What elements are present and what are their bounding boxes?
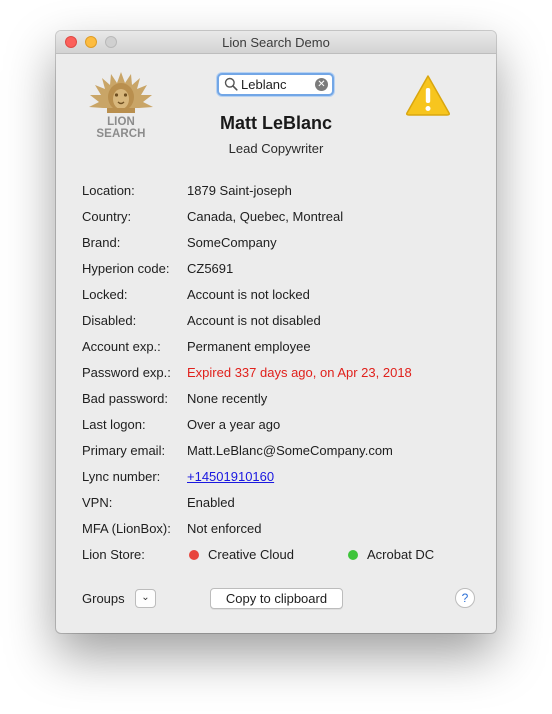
lion-store-label: Lion Store: [82, 547, 145, 562]
location-value: 1879 Saint-joseph [187, 183, 292, 198]
app-window: Lion Search Demo LION SEARCH ✕ Matt LeBl… [56, 31, 496, 633]
vpn-row: VPN: Enabled [82, 495, 482, 513]
locked-row: Locked: Account is not locked [82, 287, 482, 305]
hyperion-value: CZ5691 [187, 261, 234, 276]
lion-head-icon [89, 72, 153, 113]
password-exp-value: Expired 337 days ago, on Apr 23, 2018 [187, 365, 412, 380]
brand-value: SomeCompany [187, 235, 277, 250]
disabled-row: Disabled: Account is not disabled [82, 313, 482, 331]
country-row: Country: Canada, Quebec, Montreal [82, 209, 482, 227]
lync-label: Lync number: [82, 469, 161, 484]
account-exp-value: Permanent employee [187, 339, 311, 354]
primary-email-value: Matt.LeBlanc@SomeCompany.com [187, 443, 393, 458]
primary-email-row: Primary email: Matt.LeBlanc@SomeCompany.… [82, 443, 482, 461]
vpn-value: Enabled [187, 495, 235, 510]
hyperion-row: Hyperion code: CZ5691 [82, 261, 482, 279]
hyperion-label: Hyperion code: [82, 261, 170, 276]
last-logon-label: Last logon: [82, 417, 146, 432]
brand-label: Brand: [82, 235, 121, 250]
search-field[interactable]: ✕ [217, 73, 334, 96]
mfa-label: MFA (LionBox): [82, 521, 171, 536]
country-value: Canada, Quebec, Montreal [187, 209, 344, 224]
mfa-value: Not enforced [187, 521, 262, 536]
chevron-down-icon: ⌄ [141, 592, 150, 603]
lync-row: Lync number: +14501910160 [82, 469, 482, 487]
copy-to-clipboard-button[interactable]: Copy to clipboard [210, 588, 343, 609]
status-dot-icon [189, 550, 199, 560]
password-exp-label: Password exp.: [82, 365, 171, 380]
title-bar[interactable]: Lion Search Demo [56, 31, 496, 54]
location-row: Location: 1879 Saint-joseph [82, 183, 482, 201]
primary-email-label: Primary email: [82, 443, 166, 458]
lion-store-item: Acrobat DC [348, 547, 434, 562]
groups-label: Groups [82, 591, 125, 606]
lion-store-item-label: Creative Cloud [208, 547, 294, 562]
password-exp-row: Password exp.: Expired 337 days ago, on … [82, 365, 482, 383]
status-dot-icon [348, 550, 358, 560]
lion-store-item: Creative Cloud [189, 547, 294, 562]
help-button[interactable]: ? [455, 588, 475, 608]
disabled-value: Account is not disabled [187, 313, 321, 328]
help-icon: ? [461, 591, 469, 605]
bad-password-value: None recently [187, 391, 268, 406]
vpn-label: VPN: [82, 495, 113, 510]
locked-label: Locked: [82, 287, 128, 302]
lion-store-row: Lion Store: Creative Cloud Acrobat DC [82, 547, 482, 565]
bad-password-label: Bad password: [82, 391, 168, 406]
search-input[interactable] [241, 75, 307, 94]
account-exp-row: Account exp.: Permanent employee [82, 339, 482, 357]
account-exp-label: Account exp.: [82, 339, 161, 354]
mfa-row: MFA (LionBox): Not enforced [82, 521, 482, 539]
groups-dropdown-button[interactable]: ⌄ [135, 589, 156, 608]
search-icon [224, 77, 238, 91]
last-logon-value: Over a year ago [187, 417, 281, 432]
locked-value: Account is not locked [187, 287, 310, 302]
last-logon-row: Last logon: Over a year ago [82, 417, 482, 435]
person-job-title: Lead Copywriter [228, 141, 324, 156]
warning-icon [406, 75, 450, 116]
lync-number-link[interactable]: +14501910160 [187, 469, 274, 484]
lion-store-item-label: Acrobat DC [367, 547, 435, 562]
bad-password-row: Bad password: None recently [82, 391, 482, 409]
clear-search-icon[interactable]: ✕ [315, 78, 328, 91]
brand-row: Brand: SomeCompany [82, 235, 482, 253]
country-label: Country: [82, 209, 132, 224]
disabled-label: Disabled: [82, 313, 137, 328]
location-label: Location: [82, 183, 135, 198]
person-name: Matt LeBlanc [219, 113, 333, 133]
window-title: Lion Search Demo [222, 35, 330, 50]
